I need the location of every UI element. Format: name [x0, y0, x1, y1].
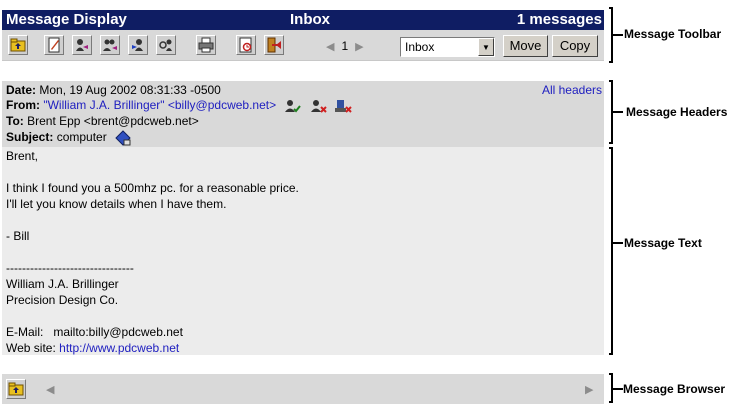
delete-button[interactable]: [264, 35, 284, 55]
text-bracket: [609, 147, 613, 355]
from-link[interactable]: "William J.A. Brillinger" <billy@pdcweb.…: [43, 98, 276, 112]
forward-icon: [132, 39, 143, 51]
compose-icon: [48, 37, 60, 53]
message-line: --------------------------------: [6, 261, 134, 275]
folder-up-button[interactable]: [8, 35, 28, 55]
date-row: Date: Mon, 19 Aug 2002 08:31:33 -0500: [6, 82, 221, 98]
delete-icon: [267, 37, 281, 53]
compose-button[interactable]: [44, 35, 64, 55]
toolbar-tick: [613, 34, 623, 36]
message-count: 1 messages: [516, 11, 602, 28]
folder-up-icon: [8, 382, 24, 396]
date-label: Date:: [6, 83, 37, 97]
message-toolbar: Message Display Inbox 1 messages ◀ 1 ▶ I…: [2, 10, 604, 61]
message-line: Brent,: [6, 149, 39, 163]
message-line: - Bill: [6, 229, 30, 243]
callout-toolbar: Message Toolbar: [624, 27, 722, 41]
to-value: Brent Epp <brent@pdcweb.net>: [27, 114, 199, 128]
callout-browser: Message Browser: [623, 382, 726, 396]
callout-text: Message Text: [624, 236, 702, 250]
message-line: Precision Design Co.: [6, 293, 119, 307]
copy-button[interactable]: Copy: [552, 35, 598, 57]
forward-as-attachment-icon: [159, 39, 172, 51]
subject-row: Subject: computer: [6, 129, 132, 146]
website-line: Web site: http://www.pdcweb.net: [6, 340, 179, 356]
text-tick: [613, 242, 623, 244]
to-label: To:: [6, 114, 24, 128]
subject-value: computer: [56, 130, 107, 144]
date-value: Mon, 19 Aug 2002 08:31:33 -0500: [39, 83, 221, 97]
chevron-down-icon[interactable]: ▼: [478, 38, 494, 56]
website-link[interactable]: http://www.pdcweb.net: [59, 341, 179, 355]
block-sender-icon[interactable]: [309, 98, 327, 114]
view-source-button[interactable]: [236, 35, 256, 55]
prev-message-icon[interactable]: ◀: [326, 40, 334, 53]
reply-all-icon: [103, 39, 117, 51]
folder-title: Inbox: [290, 11, 330, 28]
page-number: 1: [341, 39, 349, 53]
callout-headers: Message Headers: [626, 105, 728, 119]
to-row: To: Brent Epp <brent@pdcweb.net>: [6, 113, 199, 129]
all-headers-link[interactable]: All headers: [542, 82, 602, 98]
message-browser: ◀ ▶: [2, 374, 604, 404]
print-icon: [198, 37, 214, 53]
move-button[interactable]: Move: [503, 35, 548, 57]
subject-label: Subject:: [6, 130, 54, 144]
forward-as-attachment-button[interactable]: [156, 35, 176, 55]
from-row: From: "William J.A. Brillinger" <billy@p…: [6, 97, 352, 114]
browser-tick: [613, 388, 623, 390]
message-line: E-Mail: mailto:billy@pdcweb.net: [6, 325, 183, 339]
message-text: Brent, I think I found you a 500mhz pc. …: [2, 147, 604, 355]
message-line: William J.A. Brillinger: [6, 277, 119, 291]
message-line: I'll let you know details when I have th…: [6, 197, 227, 211]
delete-from-server-icon[interactable]: [334, 98, 352, 114]
from-label: From:: [6, 98, 40, 112]
folder-select[interactable]: Inbox ▼: [400, 37, 495, 57]
view-source-icon: [239, 37, 252, 53]
reply-icon: [76, 39, 88, 51]
message-line: I think I found you a 500mhz pc. for a r…: [6, 181, 299, 195]
add-contact-icon[interactable]: [283, 98, 302, 114]
browse-prev-icon[interactable]: ◀: [46, 383, 54, 396]
toolbar-row: ◀ 1 ▶ Inbox ▼ Move Copy: [2, 30, 604, 61]
message-pager: ◀ 1 ▶: [326, 39, 364, 53]
website-label: Web site:: [6, 341, 60, 355]
next-message-icon[interactable]: ▶: [355, 40, 363, 53]
title-bar: Message Display Inbox 1 messages: [2, 10, 604, 30]
headers-tick: [613, 111, 623, 113]
reply-button[interactable]: [72, 35, 92, 55]
browse-next-icon[interactable]: ▶: [585, 383, 593, 396]
window-title: Message Display: [6, 11, 127, 28]
print-button[interactable]: [196, 35, 216, 55]
save-message-icon[interactable]: [114, 130, 132, 146]
forward-button[interactable]: [128, 35, 148, 55]
folder-up-button[interactable]: [6, 379, 26, 399]
folder-up-icon: [10, 38, 26, 52]
reply-all-button[interactable]: [100, 35, 120, 55]
folder-select-value: Inbox: [405, 40, 435, 54]
message-headers: Date: Mon, 19 Aug 2002 08:31:33 -0500 Al…: [2, 81, 604, 147]
